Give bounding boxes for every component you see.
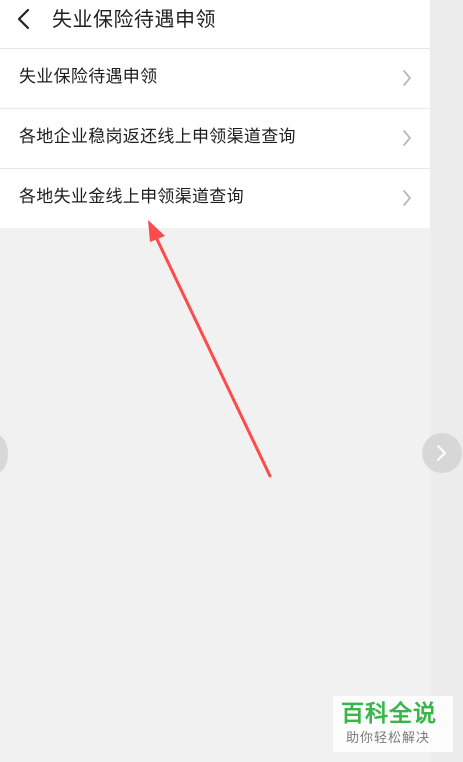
- menu-list: 失业保险待遇申领 各地企业稳岗返还线上申领渠道查询 各地失业金线上申领渠道查询: [0, 49, 430, 228]
- watermark-subtitle: 助你轻松解决: [346, 731, 431, 746]
- chevron-left-icon[interactable]: [14, 8, 36, 30]
- next-page-button[interactable]: [422, 433, 462, 473]
- list-item-label: 各地企业稳岗返还线上申领渠道查询: [19, 127, 296, 147]
- watermark: 百科全说 助你轻松解决: [333, 696, 453, 752]
- chevron-right-icon: [403, 70, 411, 86]
- list-item[interactable]: 各地企业稳岗返还线上申领渠道查询: [0, 109, 430, 169]
- header-bar: 失业保险待遇申领: [0, 0, 430, 49]
- list-item-label: 各地失业金线上申领渠道查询: [19, 187, 244, 207]
- list-item[interactable]: 失业保险待遇申领: [0, 49, 430, 109]
- list-item-label: 失业保险待遇申领: [19, 67, 158, 87]
- chevron-right-icon: [403, 190, 411, 206]
- chevron-right-circle-icon: [437, 445, 446, 461]
- watermark-title: 百科全说: [341, 701, 437, 727]
- screen: 失业保险待遇申领 失业保险待遇申领 各地企业稳岗返还线上申领渠道查询 各地失业金…: [0, 0, 430, 762]
- side-panel: [430, 0, 463, 762]
- side-handle-icon[interactable]: [0, 435, 8, 473]
- page-title: 失业保险待遇申领: [52, 7, 216, 31]
- chevron-right-icon: [403, 130, 411, 146]
- list-item[interactable]: 各地失业金线上申领渠道查询: [0, 169, 430, 228]
